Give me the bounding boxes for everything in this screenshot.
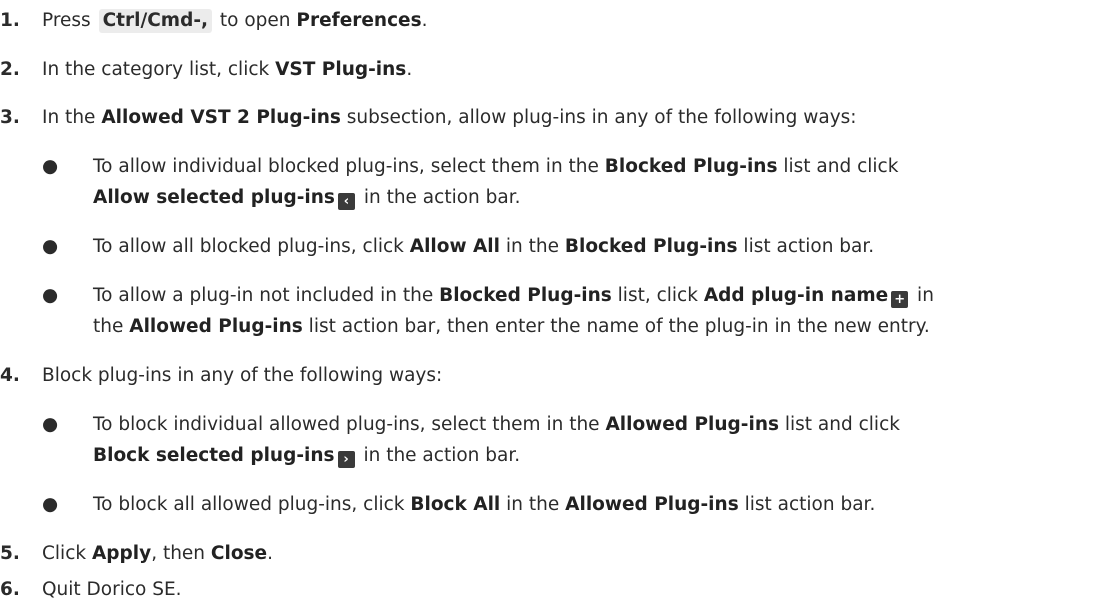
step-text: Quit Dorico SE. (42, 579, 182, 600)
bullet-text: To allow all blocked plug-ins, click All… (93, 236, 875, 257)
bullet-text: To block individual allowed plug-ins, se… (93, 414, 900, 435)
step-text: Click Apply, then Close. (42, 543, 273, 564)
term-allow-selected: Allow selected plug-ins (93, 187, 335, 208)
step-number: 4. (0, 365, 20, 386)
step-number: 5. (0, 543, 20, 564)
bullet-dot: ● (42, 156, 59, 177)
step-text: Press Ctrl/Cmd-, to open Preferences. (42, 9, 428, 33)
term-allowed-vst2: Allowed VST 2 Plug-ins (101, 107, 341, 128)
step-number: 2. (0, 59, 20, 80)
bullet-text: the Allowed Plug-ins list action bar, th… (93, 316, 930, 337)
bullet-text: To allow a plug-in not included in the B… (93, 285, 934, 308)
shortcut-key: Ctrl/Cmd-, (98, 9, 213, 33)
step-text: In the category list, click VST Plug-ins… (42, 59, 413, 80)
bullet-text: Allow selected plug-ins ‹ in the action b… (93, 187, 521, 210)
step-number: 1. (0, 10, 20, 31)
step-number: 3. (0, 107, 20, 128)
plus-icon: + (891, 291, 909, 308)
bullet-text: Block selected plug-ins › in the action b… (93, 445, 521, 468)
bullet-dot: ● (42, 285, 59, 306)
instructions-document: 1. Press Ctrl/Cmd-, to open Preferences.… (0, 0, 1115, 606)
bullet-dot: ● (42, 414, 59, 435)
bullet-text: To allow individual blocked plug-ins, se… (93, 156, 899, 177)
bullet-dot: ● (42, 494, 59, 515)
step-text: Block plug-ins in any of the following w… (42, 365, 443, 386)
bullet-dot: ● (42, 236, 59, 257)
chevron-right-icon: › (337, 451, 355, 468)
step-text: In the Allowed VST 2 Plug-ins subsection… (42, 107, 857, 128)
chevron-left-icon: ‹ (337, 193, 355, 210)
bullet-text: To block all allowed plug-ins, click Blo… (93, 494, 876, 515)
term-close: Close (210, 543, 268, 564)
step-number: 6. (0, 579, 20, 600)
term-apply: Apply (91, 543, 152, 564)
term-preferences: Preferences (296, 10, 422, 31)
term-block-selected: Block selected plug-ins (93, 445, 335, 466)
term-add-plugin-name: Add plug-in name (703, 285, 889, 306)
term-vst-plug-ins: VST Plug-ins (275, 59, 407, 80)
